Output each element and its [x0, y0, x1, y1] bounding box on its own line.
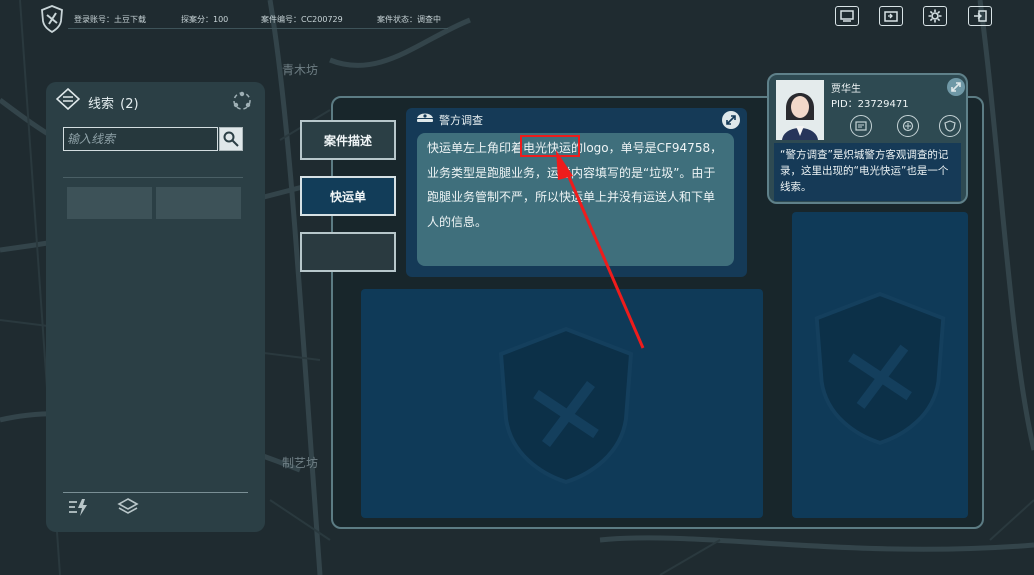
police-badge-watermark-icon [498, 326, 634, 484]
clue-divider-bottom [63, 492, 248, 493]
emblem-icon[interactable] [897, 115, 919, 137]
clue-search-input[interactable] [63, 127, 218, 151]
tab-empty-slot[interactable] [300, 232, 396, 272]
clue-title-text: 线索 [88, 97, 115, 112]
settings-icon [928, 9, 942, 23]
expand-icon[interactable] [947, 78, 965, 96]
tab-delivery-note[interactable]: 快运单 [300, 176, 396, 216]
avatar [776, 80, 824, 140]
police-cap-icon [417, 113, 433, 122]
search-icon [223, 131, 239, 147]
police-badge-icon [41, 5, 63, 33]
police-badge-watermark-icon [814, 291, 946, 445]
map-label-zhiyi: 制艺坊 [282, 456, 319, 470]
profile-pid: PID：23729471 [831, 99, 909, 110]
clue-search-button[interactable] [219, 127, 243, 151]
profile-card: 贾华生 PID：23729471 “警方调查”是炽城警方客观调查的记录，这里出现… [767, 73, 968, 204]
clue-list-icon [56, 88, 80, 110]
clue-panel: 线索 (2) [46, 82, 265, 532]
profile-name: 贾华生 [831, 84, 861, 95]
survey-title: 警方调查 [439, 114, 483, 127]
exit-icon [974, 10, 987, 22]
expand-icon[interactable] [722, 111, 740, 129]
side-image-area [792, 212, 968, 518]
clue-title: 线索 (2) [88, 93, 139, 112]
import-button[interactable] [879, 6, 903, 26]
screen-button[interactable] [835, 6, 859, 26]
settings-button[interactable] [923, 6, 947, 26]
police-survey-card: 警方调查 快运单左上角印着电光快运的logo，单号是CF94758，业务类型是跑… [406, 108, 747, 277]
case-number: 案件编号：CC200729 [261, 15, 343, 24]
filter-bolt-icon[interactable] [67, 496, 89, 518]
refresh-icon[interactable] [231, 90, 253, 112]
screen-icon [840, 10, 854, 22]
profile-note: “警方调查”是炽城警方客观调查的记录，这里出现的“电光快运”也是一个线索。 [774, 143, 961, 201]
map-label-qingmu: 青木坊 [282, 63, 319, 77]
exit-button[interactable] [968, 6, 992, 26]
shield-icon[interactable] [939, 115, 961, 137]
clue-slot[interactable] [67, 187, 152, 219]
clue-divider-top [63, 177, 243, 178]
id-card-icon[interactable] [850, 115, 872, 137]
top-divider [68, 28, 448, 29]
case-status: 案件状态：调查中 [377, 15, 441, 24]
highlight-box [520, 135, 580, 157]
clue-slot[interactable] [156, 187, 241, 219]
layers-icon[interactable] [117, 496, 139, 518]
import-icon [884, 11, 898, 22]
tab-case-description[interactable]: 案件描述 [300, 120, 396, 160]
clue-count: (2) [120, 97, 139, 112]
evidence-image-area [361, 289, 763, 518]
login-account: 登录账号：土豆下载 [74, 15, 146, 24]
score: 探案分：100 [181, 15, 229, 24]
top-bar: 登录账号：土豆下载 探案分：100 案件编号：CC200729 案件状态：调查中 [0, 0, 1034, 36]
